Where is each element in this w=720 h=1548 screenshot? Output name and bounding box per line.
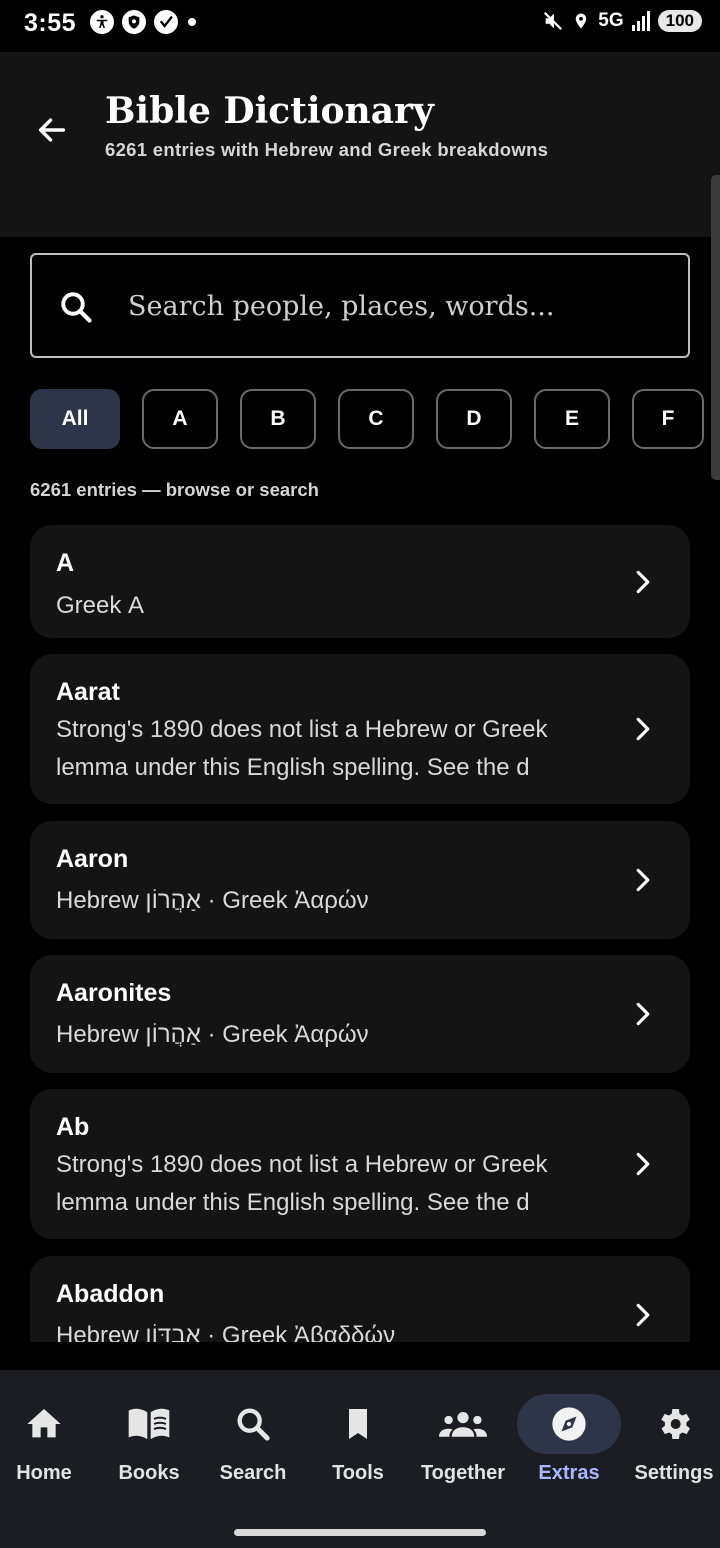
nav-label: Home [16, 1462, 72, 1484]
entry-title: Aaronites [56, 979, 172, 1007]
entry-description: Hebrew אַהֲרוֹן · Greek Ἀαρών [56, 1021, 369, 1048]
nav-label: Books [118, 1462, 180, 1484]
battery-level: 100 [657, 10, 702, 32]
chevron-right-icon [636, 868, 650, 892]
mute-icon [544, 11, 563, 31]
nav-label: Tools [332, 1462, 384, 1484]
nav-books[interactable]: Books [97, 1370, 201, 1500]
entry-title: Ab [56, 1113, 90, 1141]
filter-chip-e[interactable]: E [534, 389, 610, 449]
entry-description: Greek Α [56, 592, 145, 619]
entry-title: Aarat [56, 678, 120, 706]
home-gesture-bar[interactable] [234, 1529, 486, 1536]
nav-label: Settings [634, 1462, 714, 1484]
bottom-navigation: Home Books Search Tools Together Extras [0, 1370, 720, 1548]
list-item[interactable]: Ab Strong's 1890 does not list a Hebrew … [30, 1089, 690, 1239]
entry-title: Aaron [56, 845, 129, 873]
check-badge-icon [154, 10, 178, 34]
location-icon [576, 13, 587, 29]
notification-icons [90, 10, 196, 34]
page-subtitle: 6261 entries with Hebrew and Greek break… [105, 139, 549, 160]
nav-label: Extras [538, 1462, 600, 1484]
entry-list[interactable]: A Greek Α Aarat Strong's 1890 does not l… [0, 520, 720, 1342]
list-item[interactable]: Aaron Hebrew אַהֲרוֹן · Greek Ἀαρών [30, 821, 690, 939]
status-bar: 3:55 5G 100 [0, 0, 720, 52]
entry-description: Strong's 1890 does not list a Hebrew or … [56, 1151, 548, 1216]
search-input[interactable] [128, 279, 668, 333]
arrow-left-icon [38, 118, 66, 142]
list-item[interactable]: A Greek Α [30, 525, 690, 638]
nav-home[interactable]: Home [0, 1370, 96, 1500]
filter-chip-b[interactable]: B [240, 389, 316, 449]
letter-filter-bar: All A B C D E F [30, 389, 704, 449]
entry-count: 6261 entries — browse or search [30, 479, 319, 500]
nav-search[interactable]: Search [201, 1370, 305, 1500]
book-open-icon [128, 1408, 170, 1440]
list-item[interactable]: Abaddon Hebrew אֲבַדּוֹן · Greek Ἀβαδδών [30, 1256, 690, 1342]
compass-icon [552, 1407, 586, 1441]
filter-chip-c[interactable]: C [338, 389, 414, 449]
scrollbar[interactable] [711, 175, 720, 480]
nav-label: Together [420, 1462, 506, 1484]
entry-title: Abaddon [56, 1280, 165, 1308]
list-item[interactable]: Aarat Strong's 1890 does not list a Hebr… [30, 654, 690, 804]
chevron-right-icon [636, 570, 650, 594]
chevron-right-icon [636, 1152, 650, 1176]
chevron-right-icon [636, 1303, 650, 1327]
back-button[interactable] [30, 108, 74, 152]
nav-tools[interactable]: Tools [306, 1370, 410, 1500]
home-icon [27, 1409, 61, 1438]
system-icons: 5G 100 [542, 10, 702, 32]
filter-chip-f[interactable]: F [632, 389, 704, 449]
filter-chip-d[interactable]: D [436, 389, 512, 449]
search-icon [61, 292, 92, 323]
chevron-right-icon [636, 717, 650, 741]
entry-description: Hebrew אַהֲרוֹן · Greek Ἀαρών [56, 887, 369, 914]
nav-together[interactable]: Together [411, 1370, 515, 1500]
nav-extras[interactable]: Extras [517, 1370, 621, 1500]
entry-description: Hebrew אֲבַדּוֹן · Greek Ἀβαδδών [56, 1322, 396, 1342]
more-notifications-dot [188, 18, 196, 26]
list-item[interactable]: Aaronites Hebrew אַהֲרוֹן · Greek Ἀαρών [30, 955, 690, 1073]
network-type: 5G [598, 10, 624, 31]
gear-icon [661, 1409, 690, 1439]
signal-icon [631, 11, 650, 31]
chevron-right-icon [636, 1002, 650, 1026]
nav-settings[interactable]: Settings [622, 1370, 720, 1500]
filter-chip-all[interactable]: All [30, 389, 120, 449]
nav-label: Search [219, 1462, 287, 1484]
bookmark-icon [349, 1409, 367, 1439]
entry-description: Strong's 1890 does not list a Hebrew or … [56, 716, 548, 781]
filter-chip-a[interactable]: A [142, 389, 218, 449]
search-icon [237, 1408, 270, 1441]
accessibility-icon [90, 10, 114, 34]
shield-icon [122, 10, 146, 34]
search-box[interactable] [30, 253, 690, 358]
entry-title: A [56, 549, 75, 577]
status-time: 3:55 [24, 9, 77, 37]
page-title: Bible Dictionary [105, 90, 434, 132]
group-icon [439, 1412, 487, 1437]
